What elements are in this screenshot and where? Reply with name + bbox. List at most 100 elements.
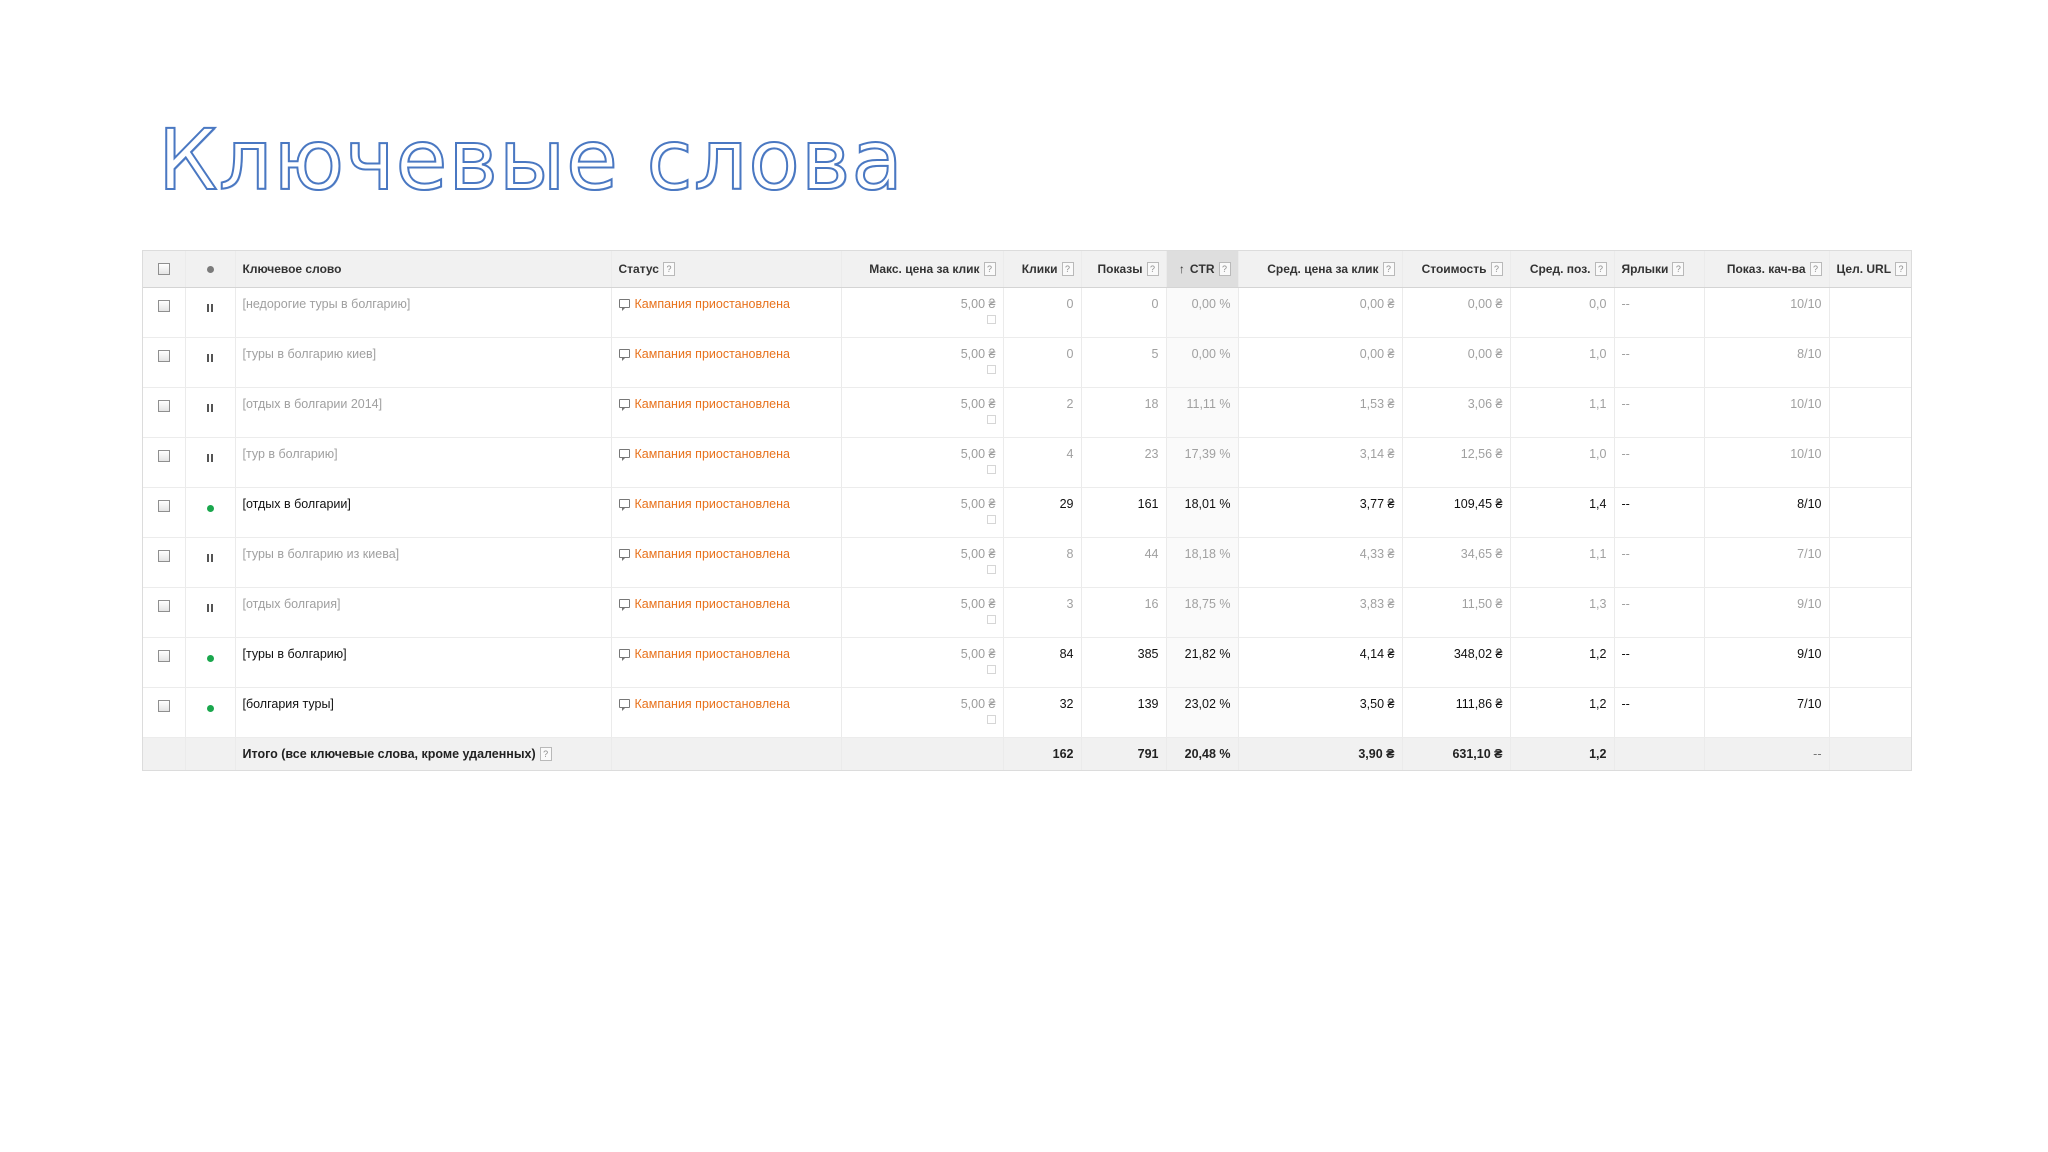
comment-bubble-icon[interactable] [618, 549, 630, 561]
row-checkbox[interactable] [157, 500, 170, 513]
active-dot-icon[interactable] [206, 655, 214, 663]
row-select-cell[interactable] [143, 637, 186, 688]
row-select-cell[interactable] [143, 337, 186, 388]
row-checkbox[interactable] [157, 550, 170, 563]
header-keyword[interactable]: Ключевое слово [235, 251, 612, 288]
table-row[interactable]: [отдых в болгарии 2014] Кампания приостан… [143, 387, 1911, 438]
help-icon[interactable]: ? [1594, 262, 1607, 276]
max-cpc-value[interactable]: 5,00 ₴ [849, 547, 996, 561]
max-cpc-value[interactable]: 5,00 ₴ [849, 347, 996, 361]
max-cpc-cell[interactable]: 5,00 ₴ [841, 687, 1004, 738]
table-row[interactable]: [недорогие туры в болгарию] Кампания прио… [143, 287, 1911, 338]
row-state-cell[interactable] [185, 487, 236, 538]
row-checkbox[interactable] [157, 650, 170, 663]
keyword-cell[interactable]: [туры в болгарию из киева] [235, 537, 612, 588]
help-icon[interactable]: ? [662, 262, 675, 276]
row-state-cell[interactable] [185, 337, 236, 388]
row-state-cell[interactable] [185, 387, 236, 438]
comment-bubble-icon[interactable] [618, 449, 630, 461]
table-row[interactable]: [отдых болгария] Кампания приостановлена 5… [143, 587, 1911, 638]
max-cpc-value[interactable]: 5,00 ₴ [849, 447, 996, 461]
table-row[interactable]: [тур в болгарию] Кампания приостановлена 5… [143, 437, 1911, 488]
help-icon[interactable]: ? [539, 747, 552, 761]
comment-bubble-icon[interactable] [618, 699, 630, 711]
max-cpc-cell[interactable]: 5,00 ₴ [841, 337, 1004, 388]
comment-bubble-icon[interactable] [618, 499, 630, 511]
max-cpc-value[interactable]: 5,00 ₴ [849, 497, 996, 511]
header-clicks[interactable]: Клики? [1003, 251, 1082, 288]
max-cpc-cell[interactable]: 5,00 ₴ [841, 437, 1004, 488]
row-state-cell[interactable] [185, 637, 236, 688]
max-cpc-cell[interactable]: 5,00 ₴ [841, 587, 1004, 638]
pause-icon[interactable] [207, 404, 213, 413]
header-ctr[interactable]: ↑ CTR? [1166, 251, 1239, 288]
max-cpc-value[interactable]: 5,00 ₴ [849, 297, 996, 311]
table-row[interactable]: [туры в болгарию из киева] Кампания приос… [143, 537, 1911, 588]
pause-icon[interactable] [207, 304, 213, 313]
pause-icon[interactable] [207, 554, 213, 563]
keyword-cell[interactable]: [отдых в болгарии 2014] [235, 387, 612, 438]
row-checkbox[interactable] [157, 600, 170, 613]
row-select-cell[interactable] [143, 587, 186, 638]
edit-bid-icon[interactable] [986, 415, 996, 424]
header-avg-cpc[interactable]: Сред. цена за клик? [1238, 251, 1403, 288]
header-state[interactable] [185, 251, 236, 288]
keyword-cell[interactable]: [туры в болгарию киев] [235, 337, 612, 388]
max-cpc-value[interactable]: 5,00 ₴ [849, 647, 996, 661]
comment-bubble-icon[interactable] [618, 649, 630, 661]
row-select-cell[interactable] [143, 437, 186, 488]
table-row[interactable]: [туры в болгарию киев] Кампания приостано… [143, 337, 1911, 388]
edit-bid-icon[interactable] [986, 515, 996, 524]
row-select-cell[interactable] [143, 287, 186, 338]
help-icon[interactable]: ? [1146, 262, 1159, 276]
row-checkbox[interactable] [157, 300, 170, 313]
header-impressions[interactable]: Показы? [1081, 251, 1167, 288]
table-row[interactable]: [туры в болгарию] Кампания приостановлена… [143, 637, 1911, 688]
select-all-checkbox[interactable] [157, 263, 170, 275]
help-icon[interactable]: ? [1061, 262, 1074, 276]
keyword-cell[interactable]: [отдых в болгарии] [235, 487, 612, 538]
edit-bid-icon[interactable] [986, 615, 996, 624]
pause-icon[interactable] [207, 354, 213, 363]
header-avg-pos[interactable]: Сред. поз.? [1510, 251, 1615, 288]
max-cpc-value[interactable]: 5,00 ₴ [849, 397, 996, 411]
edit-bid-icon[interactable] [986, 465, 996, 474]
row-state-cell[interactable] [185, 687, 236, 738]
header-cost[interactable]: Стоимость? [1402, 251, 1511, 288]
comment-bubble-icon[interactable] [618, 299, 630, 311]
keyword-cell[interactable]: [недорогие туры в болгарию] [235, 287, 612, 338]
edit-bid-icon[interactable] [986, 565, 996, 574]
header-dest-url[interactable]: Цел. URL? [1829, 251, 1911, 288]
edit-bid-icon[interactable] [986, 315, 996, 324]
row-select-cell[interactable] [143, 387, 186, 438]
help-icon[interactable]: ? [1218, 262, 1231, 276]
edit-bid-icon[interactable] [986, 665, 996, 674]
pause-icon[interactable] [207, 604, 213, 613]
comment-bubble-icon[interactable] [618, 599, 630, 611]
pause-icon[interactable] [207, 454, 213, 463]
row-checkbox[interactable] [157, 350, 170, 363]
max-cpc-cell[interactable]: 5,00 ₴ [841, 637, 1004, 688]
row-checkbox[interactable] [157, 700, 170, 713]
row-select-cell[interactable] [143, 687, 186, 738]
help-icon[interactable]: ? [1490, 262, 1503, 276]
keyword-cell[interactable]: [туры в болгарию] [235, 637, 612, 688]
row-state-cell[interactable] [185, 537, 236, 588]
help-icon[interactable]: ? [1382, 262, 1395, 276]
edit-bid-icon[interactable] [986, 715, 996, 724]
max-cpc-value[interactable]: 5,00 ₴ [849, 697, 996, 711]
max-cpc-cell[interactable]: 5,00 ₴ [841, 537, 1004, 588]
row-checkbox[interactable] [157, 400, 170, 413]
help-icon[interactable]: ? [1809, 262, 1822, 276]
header-status[interactable]: Статус? [611, 251, 842, 288]
row-select-cell[interactable] [143, 487, 186, 538]
header-max-cpc[interactable]: Макс. цена за клик? [841, 251, 1004, 288]
max-cpc-cell[interactable]: 5,00 ₴ [841, 487, 1004, 538]
active-dot-icon[interactable] [206, 505, 214, 513]
row-select-cell[interactable] [143, 537, 186, 588]
table-row[interactable]: [болгария туры] Кампания приостановлена 5,… [143, 687, 1911, 738]
row-state-cell[interactable] [185, 437, 236, 488]
keyword-cell[interactable]: [болгария туры] [235, 687, 612, 738]
max-cpc-cell[interactable]: 5,00 ₴ [841, 387, 1004, 438]
max-cpc-cell[interactable]: 5,00 ₴ [841, 287, 1004, 338]
